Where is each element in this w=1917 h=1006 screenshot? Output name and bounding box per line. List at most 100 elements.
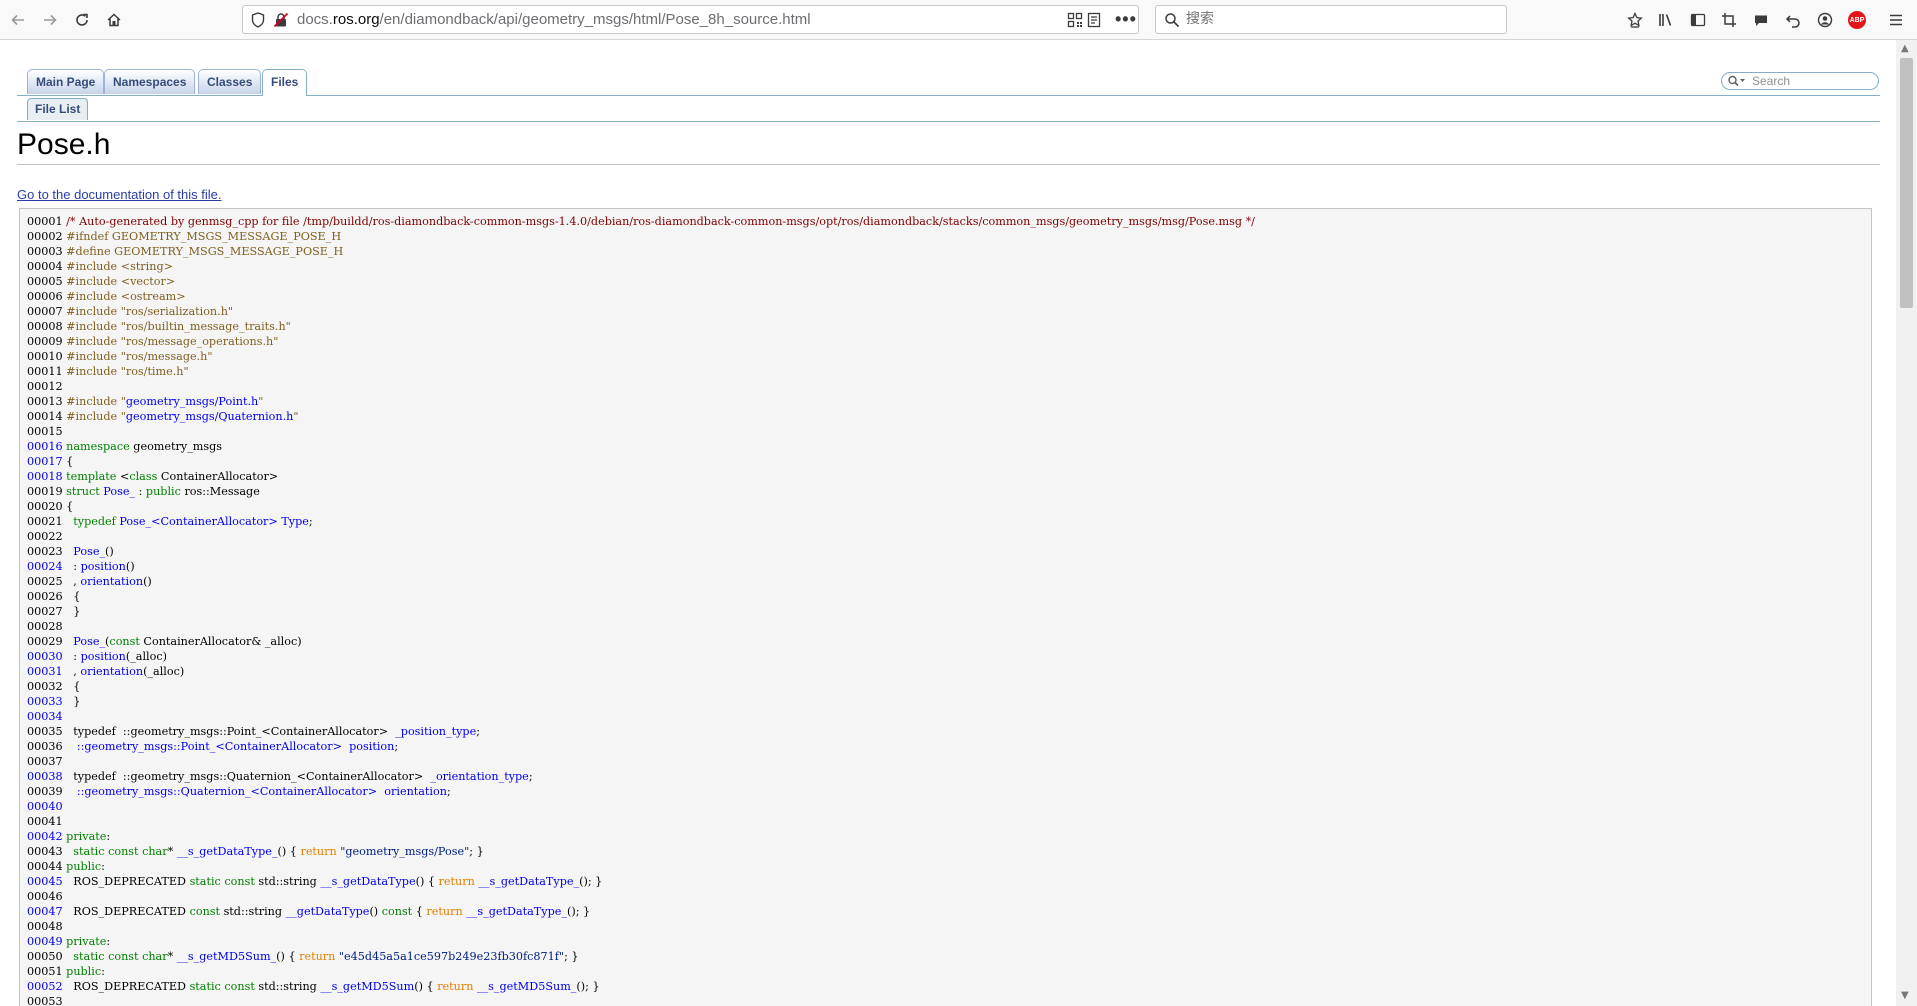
tab-file-list[interactable]: File List bbox=[27, 98, 89, 120]
code-link[interactable]: __s_getDataType_ bbox=[177, 845, 278, 858]
code-link[interactable]: __s_getMD5Sum_ bbox=[177, 950, 276, 963]
account-icon[interactable] bbox=[1811, 6, 1839, 34]
code-link[interactable]: ::geometry_msgs::Quaternion_<ContainerAl… bbox=[77, 785, 377, 798]
page-actions-menu-icon[interactable]: ••• bbox=[1115, 6, 1137, 33]
code-line: 00039 ::geometry_msgs::Quaternion_<Conta… bbox=[27, 784, 1255, 799]
code-token: std::string bbox=[258, 980, 321, 993]
home-icon[interactable] bbox=[100, 6, 128, 34]
code-link[interactable]: __getDataType bbox=[286, 905, 370, 918]
line-number[interactable]: 00016 bbox=[27, 440, 63, 453]
url-bar[interactable]: docs.ros.org/en/diamondback/api/geometry… bbox=[242, 5, 1139, 34]
code-token: { bbox=[415, 905, 427, 918]
code-token: () bbox=[143, 575, 152, 588]
line-number: 00026 bbox=[27, 590, 63, 603]
qr-code-icon[interactable] bbox=[1067, 12, 1083, 33]
code-link[interactable]: Pose_<ContainerAllocator> bbox=[119, 515, 277, 528]
back-arrow-icon[interactable] bbox=[4, 6, 32, 34]
code-link[interactable]: position bbox=[81, 650, 126, 663]
line-number[interactable]: 00047 bbox=[27, 905, 63, 918]
code-token: (); } bbox=[576, 980, 600, 993]
code-link[interactable]: geometry_msgs/Point.h bbox=[126, 395, 258, 408]
code-token: return bbox=[299, 950, 339, 963]
adblock-plus-icon[interactable]: ABP bbox=[1843, 6, 1871, 34]
library-icon[interactable] bbox=[1652, 6, 1680, 34]
code-link[interactable]: position bbox=[349, 740, 394, 753]
tab-files[interactable]: Files bbox=[262, 69, 308, 96]
tab-main-page[interactable]: Main Page bbox=[27, 69, 105, 94]
shield-icon[interactable] bbox=[251, 12, 265, 33]
code-token: #include <ostream> bbox=[66, 290, 186, 303]
documentation-link[interactable]: Go to the documentation of this file. bbox=[17, 187, 222, 203]
line-number[interactable]: 00038 bbox=[27, 770, 63, 783]
line-number[interactable]: 00034 bbox=[27, 710, 63, 723]
code-link[interactable]: Type bbox=[281, 515, 309, 528]
screenshot-crop-icon[interactable] bbox=[1715, 6, 1743, 34]
code-link[interactable]: geometry_msgs/Quaternion.h bbox=[126, 410, 294, 423]
scroll-up-arrow-icon[interactable]: ▲ bbox=[1901, 43, 1909, 54]
code-link[interactable]: ::geometry_msgs::Point_<ContainerAllocat… bbox=[77, 740, 342, 753]
line-number[interactable]: 00030 bbox=[27, 650, 63, 663]
code-link[interactable]: __s_getMD5Sum_ bbox=[477, 980, 576, 993]
code-token: typedef bbox=[73, 515, 120, 528]
scrollbar-thumb[interactable] bbox=[1900, 58, 1913, 308]
chat-bubble-icon[interactable] bbox=[1747, 6, 1775, 34]
line-number[interactable]: 00042 bbox=[27, 830, 63, 843]
hamburger-menu-icon[interactable] bbox=[1882, 6, 1910, 34]
url-text[interactable]: docs.ros.org/en/diamondback/api/geometry… bbox=[297, 6, 811, 33]
line-number[interactable]: 00045 bbox=[27, 875, 63, 888]
code-link[interactable]: orientation bbox=[80, 575, 143, 588]
line-number[interactable]: 00033 bbox=[27, 695, 63, 708]
code-token: () { bbox=[414, 980, 438, 993]
code-link[interactable]: orientation bbox=[80, 665, 143, 678]
line-number: 00009 bbox=[27, 335, 63, 348]
code-link[interactable]: _orientation_type bbox=[430, 770, 528, 783]
forward-arrow-icon[interactable] bbox=[36, 6, 64, 34]
code-link[interactable]: __s_getMD5Sum bbox=[320, 980, 414, 993]
code-line: 00053 bbox=[27, 994, 1255, 1006]
code-link[interactable]: Pose_ bbox=[73, 545, 105, 558]
reload-icon[interactable] bbox=[68, 6, 96, 34]
code-link[interactable]: __s_getDataType bbox=[320, 875, 415, 888]
code-link[interactable]: __s_getDataType_ bbox=[466, 905, 567, 918]
code-line: 00018 template <class ContainerAllocator… bbox=[27, 469, 1255, 484]
undo-arrow-icon[interactable] bbox=[1779, 6, 1807, 34]
line-number: 00019 bbox=[27, 485, 63, 498]
line-number[interactable]: 00049 bbox=[27, 935, 63, 948]
line-number: 00008 bbox=[27, 320, 63, 333]
line-number[interactable]: 00017 bbox=[27, 455, 63, 468]
doxygen-search-input[interactable]: Search bbox=[1721, 72, 1879, 90]
code-line: 00031 , orientation(_alloc) bbox=[27, 664, 1255, 679]
insecure-lock-icon[interactable] bbox=[273, 12, 289, 33]
code-link[interactable]: orientation bbox=[384, 785, 447, 798]
code-link[interactable]: _position_type bbox=[395, 725, 476, 738]
tab-namespaces[interactable]: Namespaces bbox=[104, 69, 196, 94]
browser-search-bar[interactable]: 搜索 bbox=[1155, 5, 1507, 34]
line-number: 00043 bbox=[27, 845, 63, 858]
tab-classes[interactable]: Classes bbox=[198, 69, 262, 94]
code-token: : bbox=[101, 965, 105, 978]
code-line: 00028 bbox=[27, 619, 1255, 634]
code-link[interactable]: position bbox=[81, 560, 126, 573]
page-scrollbar[interactable]: ▲ ▼ bbox=[1896, 40, 1917, 1006]
code-line: 00035 typedef ::geometry_msgs::Point_<Co… bbox=[27, 724, 1255, 739]
line-number[interactable]: 00040 bbox=[27, 800, 63, 813]
search-icon[interactable] bbox=[1727, 74, 1747, 93]
code-token: std::string bbox=[258, 875, 321, 888]
line-number[interactable]: 00024 bbox=[27, 560, 63, 573]
code-token: (_alloc) bbox=[125, 650, 167, 663]
code-line: 00017 { bbox=[27, 454, 1255, 469]
line-number[interactable]: 00031 bbox=[27, 665, 63, 678]
sidebar-icon[interactable] bbox=[1684, 6, 1712, 34]
code-link[interactable]: Pose_ bbox=[103, 485, 135, 498]
line-number: 00025 bbox=[27, 575, 63, 588]
code-line: 00012 bbox=[27, 379, 1255, 394]
scroll-down-arrow-icon[interactable]: ▼ bbox=[1901, 990, 1909, 1001]
line-number[interactable]: 00052 bbox=[27, 980, 63, 993]
bookmark-star-icon[interactable] bbox=[1621, 6, 1649, 34]
line-number[interactable]: 00018 bbox=[27, 470, 63, 483]
code-line: 00032 { bbox=[27, 679, 1255, 694]
code-link[interactable]: __s_getDataType_ bbox=[478, 875, 579, 888]
reader-view-icon[interactable] bbox=[1087, 12, 1101, 33]
code-link[interactable]: Pose_ bbox=[73, 635, 105, 648]
code-line: 00020 { bbox=[27, 499, 1255, 514]
